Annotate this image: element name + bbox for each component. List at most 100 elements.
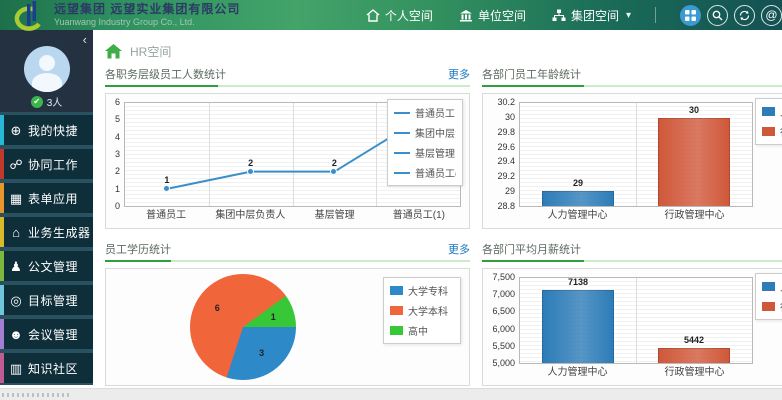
pie-slice-label: 3 <box>259 348 264 358</box>
meeting-icon: ☻ <box>4 328 28 341</box>
legend-swatch <box>762 282 775 291</box>
sidebar-item-业务生成器[interactable]: ⌂业务生成器 <box>0 217 93 247</box>
builder-icon: ⌂ <box>4 226 28 239</box>
plot-area: 29 30 <box>519 102 753 207</box>
at-icon[interactable]: @ <box>761 5 782 26</box>
legend-line-marker <box>394 152 410 154</box>
legend-entry[interactable]: 集团中层负责人 <box>394 125 456 140</box>
nav-item-unit-space[interactable]: 单位空间 <box>459 7 526 24</box>
avatar[interactable] <box>24 46 70 92</box>
y-tick-label: 0 <box>115 202 120 211</box>
sidebar-item-label: 表单应用 <box>28 190 78 207</box>
y-tick-label: 29.2 <box>497 172 515 181</box>
legend-entry[interactable]: 高中 <box>390 323 454 338</box>
legend-entry[interactable]: 普通员工(1) <box>394 165 456 180</box>
panel-title: 员工学历统计 <box>105 241 171 257</box>
nav-item-personal-space[interactable]: 个人空间 <box>366 7 433 24</box>
y-tick-label: 3 <box>115 150 120 159</box>
y-tick-label: 29.4 <box>497 157 515 166</box>
legend-entry[interactable]: 人力管理中心 <box>762 279 782 294</box>
bar-value-label: 30 <box>689 106 699 115</box>
sidebar-item-label: 会议管理 <box>28 326 78 343</box>
legend-swatch <box>390 306 403 315</box>
x-category-label: 集团中层负责人 <box>208 210 292 222</box>
panel-employee-age: 各部门员工年龄统计 30.2 30 29.8 29.6 29.4 29.2 29 28.8 29… <box>482 66 782 229</box>
building-icon <box>459 9 473 22</box>
y-tick-label: 29.6 <box>497 143 515 152</box>
legend-entry[interactable]: 普通员工 <box>394 105 456 120</box>
home-icon <box>105 44 122 59</box>
legend-label: 普通员工(1) <box>415 165 456 180</box>
search-icon[interactable] <box>707 5 728 26</box>
x-axis-labels: 人力管理中心行政管理中心 <box>519 364 753 379</box>
sidebar-profile: ‹ ✔ 3人 <box>0 30 93 112</box>
more-link[interactable]: 更多 <box>448 241 470 257</box>
bar-value-label: 29 <box>573 179 583 188</box>
sidebar-item-协同工作[interactable]: ☍协同工作 <box>0 149 93 179</box>
space-header: HR空间 <box>105 40 782 62</box>
y-axis: 6543210 <box>112 102 124 207</box>
legend-label: 普通员工 <box>415 105 455 120</box>
status-bar-text <box>2 393 72 397</box>
books-icon: ▥ <box>4 362 28 375</box>
y-tick-label: 29 <box>505 187 515 196</box>
sidebar-collapse-icon[interactable]: ‹ <box>83 33 87 46</box>
legend-entry[interactable]: 基层管理 <box>394 145 456 160</box>
refresh-icon[interactable] <box>734 5 755 26</box>
y-tick-label: 4 <box>115 133 120 142</box>
y-tick-label: 1 <box>115 185 120 194</box>
legend-label: 集团中层负责人 <box>415 125 456 140</box>
bar-chart-employee-age: 30.23029.829.629.429.22928.82930人力管理中心行政… <box>482 93 782 229</box>
legend-swatch <box>762 302 775 311</box>
y-tick-label: 5 <box>115 115 120 124</box>
panel-title: 各部门员工年龄统计 <box>482 66 581 82</box>
legend-line-marker <box>394 132 410 134</box>
bar-人力管理中心 <box>542 290 614 363</box>
x-category-label: 人力管理中心 <box>519 210 636 222</box>
panel-title: 各职务层级员工人数统计 <box>105 66 226 82</box>
sidebar-item-目标管理[interactable]: ◎目标管理 <box>0 285 93 315</box>
legend-entry[interactable]: 行政管理中心 <box>762 299 782 314</box>
y-tick-label: 29.8 <box>497 128 515 137</box>
y-tick-label: 30.2 <box>497 98 515 107</box>
legend-entry[interactable]: 大学本科 <box>390 303 454 318</box>
top-navigation: 个人空间 单位空间 集团空间▾ @ <box>366 5 782 26</box>
y-tick-label: 6,000 <box>492 325 515 334</box>
plus-circle-icon: ⊕ <box>4 124 28 137</box>
nav-item-group-space[interactable]: 集团空间▾ <box>552 7 631 24</box>
y-axis: 30.23029.829.629.429.22928.8 <box>489 102 519 207</box>
sidebar-item-表单应用[interactable]: ▦表单应用 <box>0 183 93 213</box>
line-chart-employee-count: 65432101225普通员工集团中层负责人基层管理普通员工(1)普通员工集团中… <box>105 93 470 229</box>
data-point-label: 1 <box>164 176 169 185</box>
sidebar-item-会议管理[interactable]: ☻会议管理 <box>0 319 93 349</box>
bar-行政管理中心 <box>658 118 730 206</box>
sidebar: ‹ ✔ 3人 ⊕我的快捷 ☍协同工作 ▦表单应用 ⌂业务生成器 ♟公文管理 ◎目标管理 ☻会… <box>0 30 93 385</box>
legend-entry[interactable]: 行政管理中心 <box>762 124 782 139</box>
bar-value-label: 7138 <box>568 278 588 287</box>
legend-swatch <box>390 286 403 295</box>
legend-swatch <box>762 107 775 116</box>
chevron-down-icon[interactable]: ▾ <box>626 10 631 21</box>
form-icon: ▦ <box>4 192 28 205</box>
y-tick-label: 7,000 <box>492 290 515 299</box>
space-title: HR空间 <box>130 43 171 60</box>
more-link[interactable]: 更多 <box>448 66 470 82</box>
bar-行政管理中心 <box>658 348 730 363</box>
stamp-icon: ♟ <box>4 260 28 273</box>
apps-icon[interactable] <box>680 5 701 26</box>
sidebar-item-公文管理[interactable]: ♟公文管理 <box>0 251 93 281</box>
y-tick-label: 7,500 <box>492 273 515 282</box>
x-category-label: 普通员工 <box>124 210 208 222</box>
y-tick-label: 6,500 <box>492 307 515 316</box>
bar-value-label: 5442 <box>684 336 704 345</box>
bar-chart-average-salary: 7,5007,0006,5006,0005,5005,00071385442人力… <box>482 268 782 386</box>
chart-area: 7,5007,0006,5006,0005,5005,00071385442人力… <box>489 277 753 379</box>
y-tick-label: 28.8 <box>497 202 515 211</box>
legend-entry[interactable]: 大学专科 <box>390 283 454 298</box>
legend-entry[interactable]: 人力管理中心 <box>762 104 782 119</box>
main-content: HR空间 各职务层级员工人数统计 更多 65432101225普通员工集团中层负… <box>93 30 782 388</box>
sidebar-item-我的快捷[interactable]: ⊕我的快捷 <box>0 115 93 145</box>
panel-underline <box>105 260 470 262</box>
home-icon <box>366 9 380 22</box>
sidebar-item-知识社区[interactable]: ▥知识社区 <box>0 353 93 383</box>
